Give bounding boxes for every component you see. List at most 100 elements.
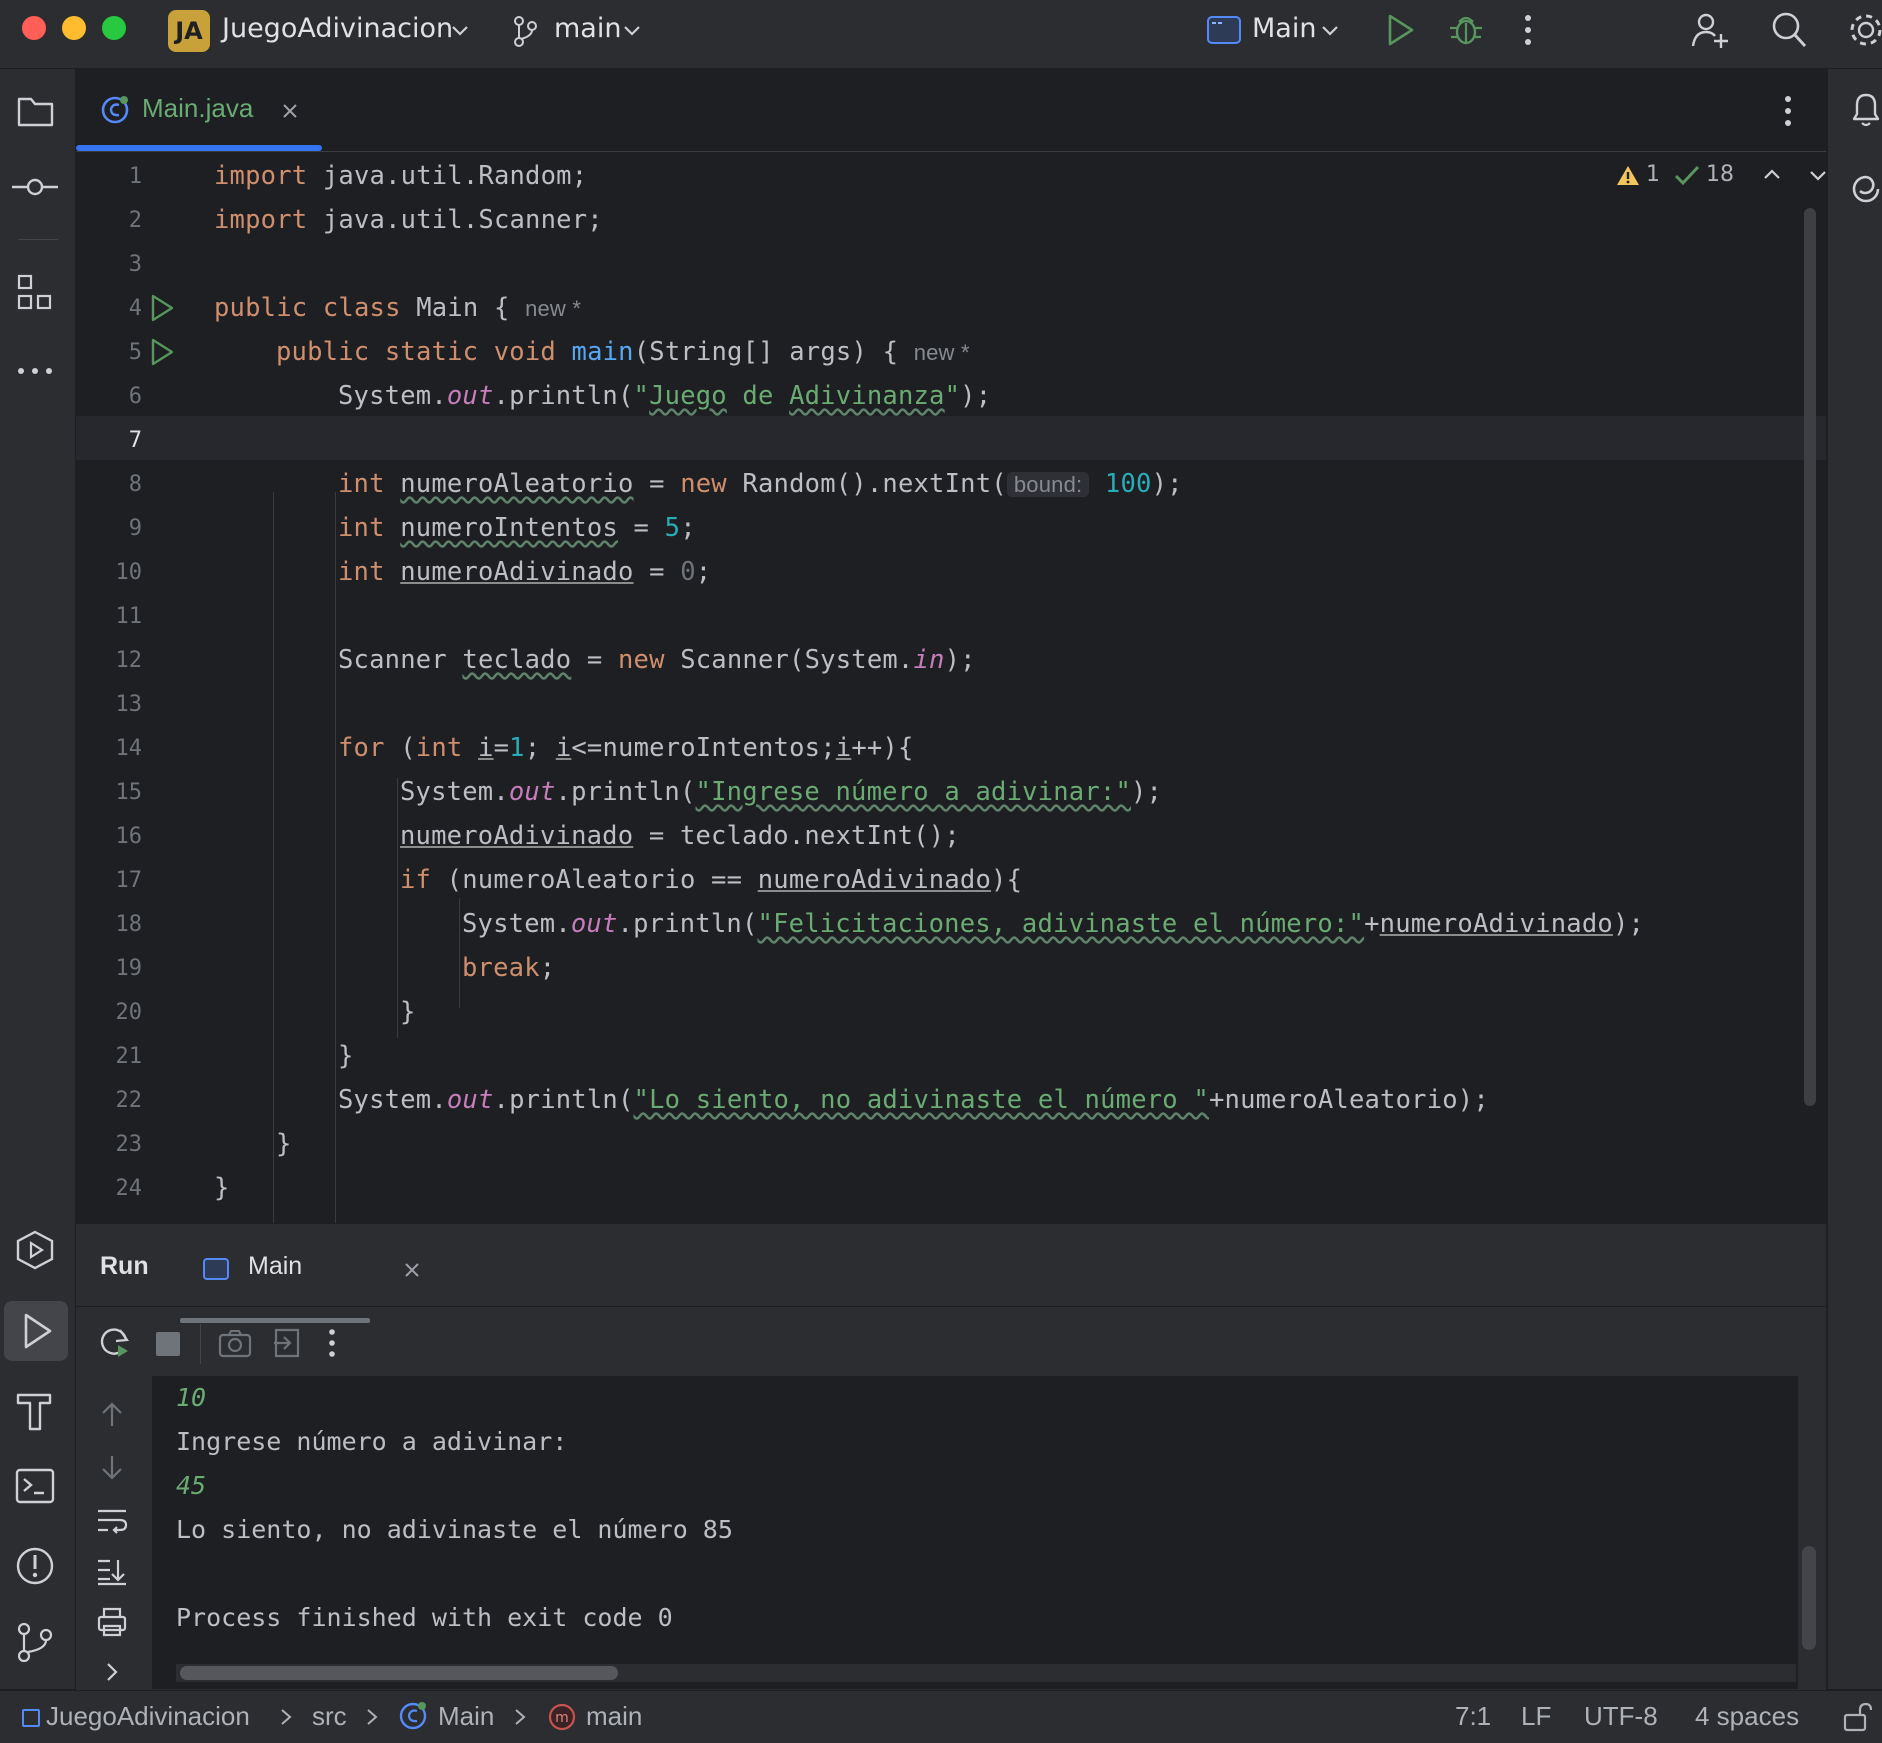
code-line-19: break; bbox=[462, 953, 556, 983]
unlock-icon[interactable] bbox=[1842, 1701, 1872, 1733]
line-number: 10 bbox=[115, 560, 143, 585]
active-tab-indicator bbox=[76, 145, 322, 151]
close-tab-icon[interactable] bbox=[282, 103, 298, 119]
code-editor[interactable]: 1 18 1 2 3 4 5 6 7 8 9 10 11 12 13 14 15… bbox=[76, 152, 1828, 1292]
chevron-down-icon[interactable] bbox=[1320, 20, 1340, 40]
run-gutter-icon[interactable] bbox=[148, 337, 176, 367]
stop-icon[interactable] bbox=[156, 1332, 180, 1356]
run-config-icon bbox=[203, 1258, 229, 1280]
terminal-icon[interactable] bbox=[14, 1467, 56, 1505]
line-number-current: 7 bbox=[128, 428, 142, 453]
settings-gear-icon[interactable] bbox=[1846, 10, 1882, 50]
project-badge[interactable]: JA bbox=[168, 10, 210, 52]
active-tab-indicator bbox=[180, 1318, 370, 1323]
chevron-down-icon[interactable] bbox=[1808, 165, 1828, 185]
run-tool-button[interactable] bbox=[4, 1301, 68, 1361]
console-horizontal-scrollbar[interactable] bbox=[180, 1666, 618, 1680]
add-user-icon[interactable] bbox=[1690, 10, 1730, 50]
breadcrumb-project[interactable]: JuegoAdivinacion bbox=[46, 1701, 250, 1732]
line-number: 15 bbox=[115, 780, 143, 805]
code-line-5: public static void main(String[] args) {… bbox=[276, 337, 970, 367]
editor-vertical-scrollbar[interactable] bbox=[1804, 208, 1816, 1106]
scroll-down-icon[interactable] bbox=[98, 1452, 126, 1482]
run-panel-title: Run bbox=[100, 1252, 149, 1280]
more-vertical-icon[interactable] bbox=[326, 1326, 338, 1360]
run-tab-main[interactable]: Main bbox=[180, 1240, 419, 1323]
console-vertical-scrollbar[interactable] bbox=[1802, 1546, 1816, 1650]
scroll-to-end-icon[interactable] bbox=[96, 1556, 128, 1586]
chevron-down-icon[interactable] bbox=[450, 20, 470, 40]
file-encoding[interactable]: UTF-8 bbox=[1584, 1701, 1658, 1732]
indent-setting[interactable]: 4 spaces bbox=[1695, 1701, 1799, 1732]
checkmark-icon bbox=[1674, 165, 1700, 185]
build-hammer-icon[interactable] bbox=[14, 1389, 56, 1431]
code-line-4: public class Main { new * bbox=[214, 293, 582, 323]
editor-tab-label: Main.java bbox=[142, 93, 254, 123]
camera-snapshot-icon[interactable] bbox=[218, 1328, 252, 1358]
console-line: Process finished with exit code 0 bbox=[176, 1603, 673, 1632]
chevron-right-icon bbox=[367, 1709, 378, 1725]
notifications-bell-icon[interactable] bbox=[1848, 89, 1882, 129]
line-number: 22 bbox=[115, 1088, 143, 1113]
indent-guide bbox=[335, 492, 336, 1272]
java-class-icon bbox=[399, 1702, 427, 1730]
breadcrumb-src[interactable]: src bbox=[312, 1701, 347, 1732]
ai-assistant-spiral-icon[interactable] bbox=[1848, 169, 1882, 209]
git-icon[interactable] bbox=[14, 1621, 56, 1663]
project-folder-icon[interactable] bbox=[16, 93, 56, 129]
console-line-input: 10 bbox=[176, 1383, 207, 1412]
current-line-highlight bbox=[76, 416, 1826, 460]
code-line-24: } bbox=[214, 1173, 230, 1203]
chevron-down-icon[interactable] bbox=[622, 20, 642, 40]
chevron-right-icon[interactable] bbox=[102, 1660, 122, 1684]
tab-bar-more-icon[interactable] bbox=[1782, 93, 1794, 129]
parameter-hint: bound: bbox=[1006, 472, 1090, 497]
code-line-18: System.out.println("Felicitaciones, adiv… bbox=[462, 909, 1645, 939]
exit-icon[interactable] bbox=[272, 1326, 304, 1360]
code-line-12: Scanner teclado = new Scanner(System.in)… bbox=[338, 645, 976, 675]
line-number: 4 bbox=[128, 296, 142, 321]
close-window-button[interactable] bbox=[22, 16, 46, 40]
indent-guide bbox=[397, 778, 398, 1038]
status-bar: JuegoAdivinacion src Main m main 7:1 LF … bbox=[0, 1690, 1882, 1743]
run-config-dropdown[interactable]: Main bbox=[1252, 13, 1316, 44]
branch-dropdown[interactable]: main bbox=[554, 13, 621, 44]
project-name-dropdown[interactable]: JuegoAdivinacion bbox=[222, 13, 453, 44]
soft-wrap-icon[interactable] bbox=[96, 1506, 128, 1536]
search-icon[interactable] bbox=[1770, 10, 1808, 50]
more-vertical-icon[interactable] bbox=[1522, 12, 1534, 48]
line-number: 12 bbox=[115, 648, 143, 673]
structure-icon[interactable] bbox=[16, 273, 54, 313]
new-hint: new * bbox=[525, 296, 582, 321]
code-line-22: System.out.println("Lo siento, no adivin… bbox=[338, 1085, 1489, 1115]
editor-tab-main-java[interactable]: Main.java bbox=[76, 69, 322, 151]
minimize-window-button[interactable] bbox=[62, 16, 86, 40]
line-number: 21 bbox=[115, 1044, 143, 1069]
run-tab-label: Main bbox=[248, 1252, 303, 1280]
code-line-10: int numeroAdivinado = 0; bbox=[338, 557, 712, 587]
code-line-21: } bbox=[338, 1041, 354, 1071]
left-tool-window-bar bbox=[0, 69, 76, 1689]
maximize-window-button[interactable] bbox=[102, 16, 126, 40]
line-separator[interactable]: LF bbox=[1521, 1701, 1551, 1732]
inspections-widget[interactable]: 1 18 bbox=[1616, 162, 1828, 187]
close-tab-icon[interactable] bbox=[404, 1262, 420, 1278]
rerun-icon[interactable] bbox=[98, 1326, 132, 1360]
chevron-up-icon[interactable] bbox=[1762, 165, 1782, 185]
line-number: 13 bbox=[115, 692, 143, 717]
indent-guide bbox=[459, 898, 460, 1008]
more-horizontal-icon[interactable] bbox=[16, 365, 56, 377]
run-config-icon bbox=[1207, 16, 1241, 44]
debug-icon[interactable] bbox=[1448, 10, 1484, 48]
run-gutter-icon[interactable] bbox=[148, 293, 176, 323]
services-icon[interactable] bbox=[14, 1229, 56, 1271]
breadcrumb-class[interactable]: Main bbox=[438, 1701, 494, 1732]
commit-icon[interactable] bbox=[12, 175, 58, 199]
print-icon[interactable] bbox=[96, 1606, 128, 1638]
line-number: 6 bbox=[128, 384, 142, 409]
run-icon[interactable] bbox=[1384, 12, 1416, 48]
caret-position[interactable]: 7:1 bbox=[1455, 1701, 1491, 1732]
scroll-up-icon[interactable] bbox=[98, 1400, 126, 1430]
breadcrumb-method[interactable]: main bbox=[586, 1701, 642, 1732]
problems-icon[interactable] bbox=[14, 1545, 56, 1587]
